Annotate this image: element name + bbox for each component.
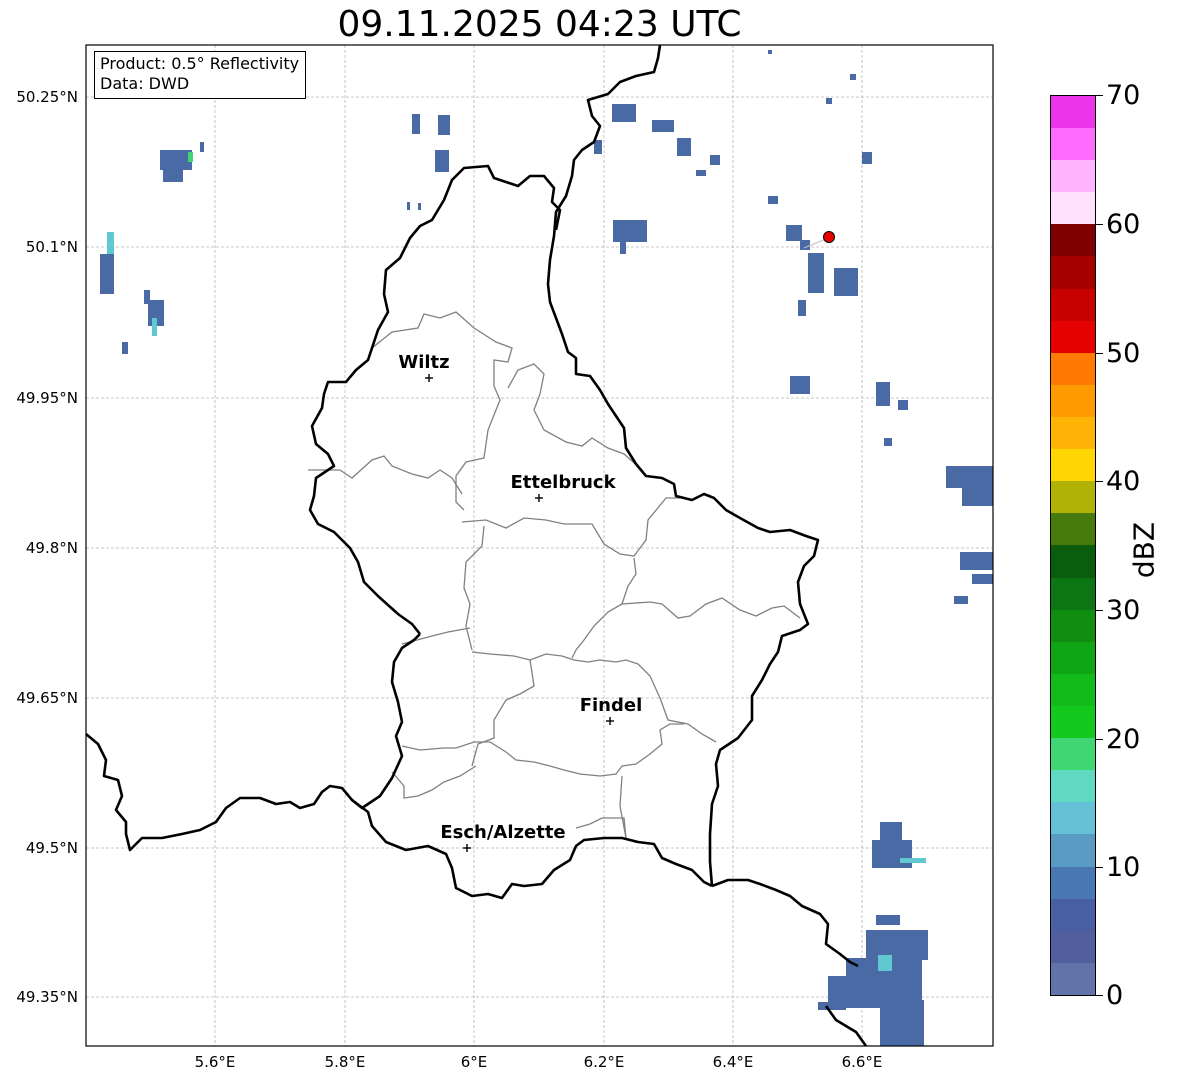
product-info-box: Product: 0.5° Reflectivity Data: DWD — [94, 51, 307, 99]
colorbar-segment — [1051, 673, 1095, 707]
colorbar-label: dBZ — [1127, 521, 1161, 579]
colorbar-tick-mark — [1096, 481, 1103, 482]
x-tick-label: 5.8°E — [325, 1053, 366, 1071]
y-tick-label: 49.65°N — [16, 689, 78, 707]
colorbar-segment — [1051, 256, 1095, 289]
y-tick-label: 50.25°N — [16, 88, 78, 106]
colorbar-segment — [1051, 449, 1095, 482]
colorbar-tick-mark — [1096, 95, 1103, 96]
colorbar-segment — [1051, 513, 1095, 546]
colorbar-segment — [1051, 962, 1095, 995]
colorbar-segment — [1051, 802, 1095, 835]
colorbar-tick-label: 0 — [1106, 980, 1124, 1011]
colorbar-segment — [1051, 866, 1095, 899]
city-label-esch-alzette: Esch/Alzette — [440, 822, 565, 843]
radar-site-marker — [823, 231, 835, 243]
colorbar-tick-label: 50 — [1106, 338, 1141, 369]
product-label: Product: 0.5° Reflectivity — [100, 54, 300, 73]
colorbar — [1050, 95, 1096, 996]
colorbar-segment — [1051, 224, 1095, 257]
y-axis-ticks: 50.25°N 50.1°N 49.95°N 49.8°N 49.65°N 49… — [16, 88, 78, 1006]
colorbar-segment — [1051, 609, 1095, 642]
y-tick-label: 50.1°N — [26, 238, 78, 256]
city-label-wiltz: Wiltz — [398, 352, 449, 373]
y-tick-label: 49.8°N — [26, 539, 78, 557]
colorbar-tick-mark — [1096, 610, 1103, 611]
colorbar-segment — [1051, 834, 1095, 867]
y-tick-label: 49.95°N — [16, 389, 78, 407]
colorbar-segment — [1051, 288, 1095, 321]
colorbar-tick-label: 20 — [1106, 724, 1141, 755]
colorbar-tick-label: 60 — [1106, 209, 1141, 240]
colorbar-segment — [1051, 160, 1095, 193]
data-source-label: Data: DWD — [100, 74, 190, 93]
colorbar-segment — [1051, 738, 1095, 771]
colorbar-tick-mark — [1096, 995, 1103, 996]
colorbar-segment — [1051, 770, 1095, 803]
y-tick-label: 49.35°N — [16, 988, 78, 1006]
colorbar-tick-mark — [1096, 224, 1103, 225]
colorbar-tick-label: 30 — [1106, 595, 1141, 626]
x-tick-label: 6.4°E — [713, 1053, 754, 1071]
colorbar-segment — [1051, 95, 1095, 129]
colorbar-tick-mark — [1096, 867, 1103, 868]
colorbar-segment — [1051, 577, 1095, 610]
colorbar-segment — [1051, 481, 1095, 514]
radar-map: Wiltz Ettelbruck Findel Esch/Alzette 5.6… — [16, 44, 994, 1071]
colorbar-segment — [1051, 192, 1095, 225]
colorbar-segment — [1051, 352, 1095, 385]
x-tick-label: 5.6°E — [195, 1053, 236, 1071]
colorbar-segment — [1051, 545, 1095, 578]
colorbar-segment — [1051, 128, 1095, 161]
city-label-findel: Findel — [580, 695, 643, 716]
y-tick-label: 49.5°N — [26, 839, 78, 857]
colorbar-tick-label: 10 — [1106, 852, 1141, 883]
city-label-ettelbruck: Ettelbruck — [510, 472, 616, 493]
colorbar-segment — [1051, 930, 1095, 963]
colorbar-tick-label: 40 — [1106, 466, 1141, 497]
colorbar-segment — [1051, 898, 1095, 931]
colorbar-segment — [1051, 641, 1095, 674]
x-tick-label: 6°E — [461, 1053, 488, 1071]
x-axis-ticks: 5.6°E 5.8°E 6°E 6.2°E 6.4°E 6.6°E — [195, 1053, 883, 1071]
colorbar-segment — [1051, 417, 1095, 450]
colorbar-segment — [1051, 320, 1095, 353]
colorbar-segment — [1051, 706, 1095, 739]
map-background — [86, 45, 993, 1046]
colorbar-tick-mark — [1096, 353, 1103, 354]
x-tick-label: 6.2°E — [584, 1053, 625, 1071]
colorbar-tick-label: 70 — [1106, 80, 1141, 111]
x-tick-label: 6.6°E — [842, 1053, 883, 1071]
colorbar-tick-mark — [1096, 739, 1103, 740]
colorbar-segment — [1051, 384, 1095, 418]
